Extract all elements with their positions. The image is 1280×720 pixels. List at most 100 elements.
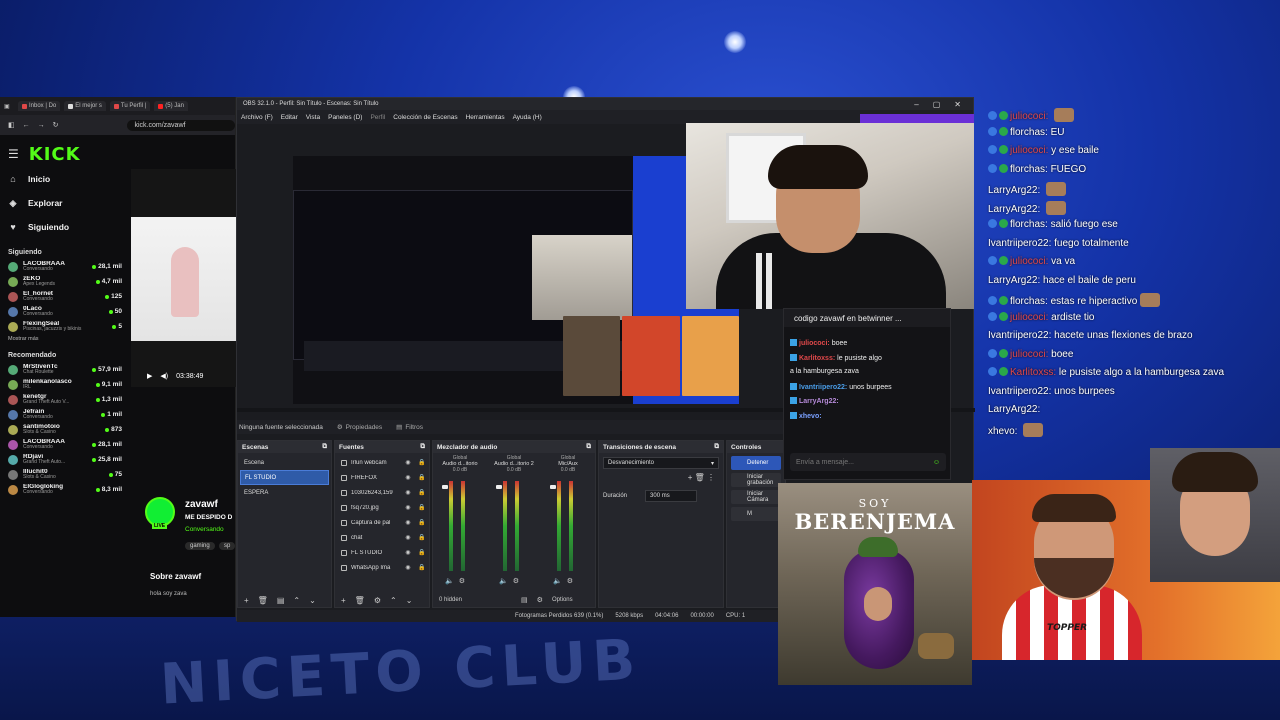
channel-item[interactable]: RDjavi Grand Theft Auto... 25,8 mil (8, 452, 122, 467)
add-icon[interactable]: + (341, 596, 346, 605)
lock-icon[interactable]: 🔒 (417, 549, 427, 556)
source-item[interactable]: fsq720.jpg ◉ 🔒 (337, 500, 427, 515)
nav-inicio[interactable]: ⌂ Inicio (8, 167, 122, 191)
browser-tab[interactable]: El mejor s (64, 101, 106, 111)
scene-item[interactable]: ESPERA (240, 485, 329, 500)
start-camera-button[interactable]: Iniciar Cámara (731, 490, 781, 504)
lock-icon[interactable]: 🔒 (417, 459, 427, 466)
channel-item[interactable]: Jefrain Conversando 1 mil (8, 407, 122, 422)
stream-tag[interactable]: gaming (185, 542, 215, 550)
source-item[interactable]: chat ◉ 🔒 (337, 530, 427, 545)
streamer-name[interactable]: zavawf (185, 499, 218, 510)
trash-icon[interactable]: 🗑 (258, 596, 268, 605)
obs-preview[interactable] (293, 156, 739, 404)
dock-undock-icon[interactable]: ⧉ (714, 443, 719, 451)
scene-item[interactable]: Escena (240, 455, 329, 470)
hidden-count[interactable]: 0 hidden (439, 597, 462, 603)
transition-select[interactable]: Desvanecimiento ▾ (603, 457, 719, 469)
menu-item[interactable]: Ayuda (H) (513, 114, 542, 121)
reload-icon[interactable]: ↻ (53, 121, 59, 129)
eye-icon[interactable]: ◉ (403, 564, 413, 571)
add-icon[interactable]: + (688, 473, 693, 482)
pinned-message[interactable]: codigo zavawf en betwinner ... (784, 309, 950, 327)
sidebar-toggle-icon[interactable]: ◧ (8, 121, 15, 129)
play-icon[interactable]: ▶ (147, 372, 152, 380)
source-item[interactable]: 103026243,159 ◉ 🔒 (337, 485, 427, 500)
mixer-options-button[interactable]: Options (552, 597, 573, 603)
show-more-link[interactable]: Mostrar más (8, 336, 122, 342)
eye-icon[interactable]: ◉ (403, 534, 413, 541)
chat-username[interactable]: LarryArg22: (799, 398, 839, 405)
trash-icon[interactable]: 🗑 (355, 596, 365, 605)
more-icon[interactable]: ⋮ (707, 473, 715, 482)
volume-fader[interactable] (496, 485, 502, 489)
channel-item[interactable]: zEKO Apex Legends 4,7 mil (8, 274, 122, 289)
video-player[interactable] (131, 169, 236, 387)
eye-icon[interactable]: ◉ (403, 474, 413, 481)
gear-icon[interactable]: ⚙ (374, 596, 381, 605)
gear-icon[interactable]: ⚙ (459, 577, 465, 585)
speaker-icon[interactable]: 🔈 (553, 577, 562, 585)
channel-item[interactable]: kenetgr Grand Theft Auto V... 1,3 mil (8, 392, 122, 407)
trash-icon[interactable]: 🗑 (695, 473, 705, 482)
source-item[interactable]: Irlun webcam ◉ 🔒 (337, 455, 427, 470)
lock-icon[interactable]: 🔒 (417, 564, 427, 571)
channel-item[interactable]: 0Laco Conversando 50 (8, 304, 122, 319)
source-item[interactable]: Captura de pal ◉ 🔒 (337, 515, 427, 530)
menu-item[interactable]: Colección de Escenas (393, 114, 457, 121)
up-icon[interactable]: ⌃ (390, 596, 397, 605)
menu-item[interactable]: Archivo (F) (241, 114, 273, 121)
add-icon[interactable]: + (244, 596, 249, 605)
volume-fader[interactable] (442, 485, 448, 489)
back-icon[interactable]: ← (23, 122, 30, 129)
channel-item[interactable]: MrStivenTc Chat Roulette 57,9 mil (8, 362, 122, 377)
gear-icon[interactable]: ⚙ (537, 596, 543, 604)
down-icon[interactable]: ⌄ (406, 596, 413, 605)
browser-tab[interactable]: (5) Jan (154, 101, 188, 111)
properties-button[interactable]: ⚙ Propiedades (337, 423, 382, 432)
filter-icon[interactable]: ▤ (277, 596, 285, 605)
lock-icon[interactable]: 🔒 (417, 474, 427, 481)
eye-icon[interactable]: ◉ (403, 519, 413, 526)
down-icon[interactable]: ⌄ (309, 596, 316, 605)
eye-icon[interactable]: ◉ (403, 504, 413, 511)
channel-item[interactable]: ElGlogloking Conversando 8,3 mil (8, 482, 122, 497)
channel-item[interactable]: LACOBRAAA Conversando 28,1 mil (8, 437, 122, 452)
chat-username[interactable]: xhevo: (799, 413, 822, 420)
source-item[interactable]: WhatsApp Ima ◉ 🔒 (337, 560, 427, 575)
filters-button[interactable]: ▤ Filtros (396, 423, 423, 432)
chat-username[interactable]: Karlitoxss: (799, 355, 835, 362)
up-icon[interactable]: ⌃ (293, 596, 300, 605)
source-item[interactable]: FL STUDIO ◉ 🔒 (337, 545, 427, 560)
eye-icon[interactable]: ◉ (403, 549, 413, 556)
chat-username[interactable]: Ivantriipero22: (799, 384, 847, 391)
nav-explorar[interactable]: ◈ Explorar (8, 191, 122, 215)
menu-item[interactable]: Editar (281, 114, 298, 121)
chat-input[interactable]: Envía a mensaje... ☺ (790, 453, 946, 471)
browser-tab[interactable]: Tu Perfil | (109, 101, 151, 111)
channel-item[interactable]: FlexingSeal Piscinas, jacuzzis y bikinis 5 (8, 319, 122, 334)
minimize-icon[interactable]: – (914, 100, 918, 109)
gear-icon[interactable]: ⚙ (513, 577, 519, 585)
volume-fader[interactable] (550, 485, 556, 489)
menu-item[interactable]: Vista (306, 114, 320, 121)
menu-item[interactable]: Paneles (D) (328, 114, 362, 121)
eye-icon[interactable]: ◉ (403, 459, 413, 466)
maximize-icon[interactable]: ▢ (933, 100, 941, 109)
speaker-icon[interactable]: 🔈 (499, 577, 508, 585)
channel-item[interactable]: milenkanolasco IRL 9,1 mil (8, 377, 122, 392)
stream-category[interactable]: Conversando (185, 526, 224, 533)
mode-button[interactable]: M (731, 507, 781, 521)
browser-tab[interactable]: Inbox | Do (18, 101, 61, 111)
lock-icon[interactable]: 🔒 (417, 504, 427, 511)
lock-icon[interactable]: 🔒 (417, 489, 427, 496)
duration-field[interactable]: 300 ms (645, 490, 698, 502)
menu-icon[interactable]: ☰ (8, 147, 19, 161)
channel-item[interactable]: El_hornet Conversando 125 (8, 289, 122, 304)
nav-siguiendo[interactable]: ♥ Siguiendo (8, 215, 122, 239)
chat-username[interactable]: juliococi: (799, 340, 830, 347)
eye-icon[interactable]: ◉ (403, 489, 413, 496)
speaker-icon[interactable]: 🔈 (445, 577, 454, 585)
kick-logo[interactable]: KICK (29, 144, 81, 165)
url-field[interactable]: kick.com/zavawf (126, 119, 235, 131)
